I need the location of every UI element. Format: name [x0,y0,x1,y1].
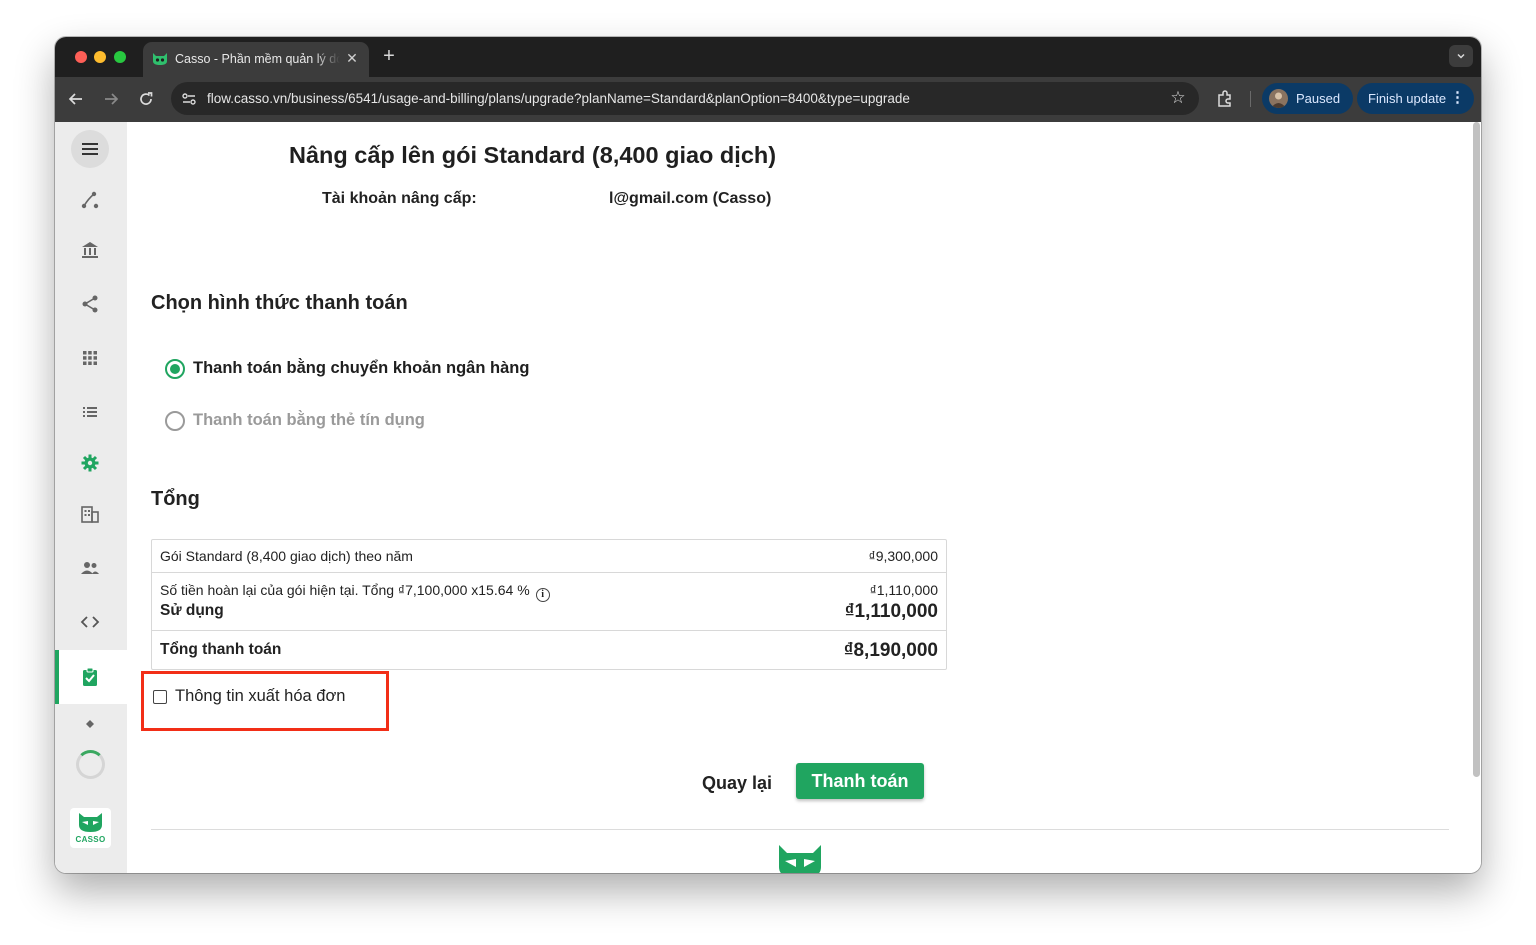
sidebar-item-users[interactable] [80,558,100,578]
profile-status-text: Paused [1296,91,1341,106]
refund-amount: ₫1,110,000 [869,582,938,598]
sidebar-item-billing[interactable] [55,650,127,704]
casso-mascot-icon [79,813,102,832]
grand-total-label: Tổng thanh toán [160,641,282,658]
radio-credit-card[interactable] [165,411,185,431]
table-row: Tổng thanh toán ₫8,190,000 [152,631,946,670]
radio-bank-transfer[interactable] [165,359,185,379]
main-content: Nâng cấp lên gói Standard (8,400 giao dị… [127,122,1472,873]
extensions-puzzle-icon[interactable] [1215,89,1235,109]
finish-update-button[interactable]: Finish update ⋮ [1357,83,1474,114]
casso-favicon-icon [153,53,167,65]
sidebar-item-apps[interactable] [80,348,100,368]
totals-table: Gói Standard (8,400 giao dịch) theo năm … [151,539,947,670]
refund-label-wrap: Số tiền hoàn lại của gói hiện tại. Tổng … [160,582,550,602]
plan-amount: ₫9,300,000 [868,548,938,564]
minimize-window-button[interactable] [94,51,106,63]
account-value: l@gmail.com (Casso) [609,190,772,207]
sidebar-item-developer[interactable] [80,612,100,632]
back-nav-button[interactable] [65,88,87,110]
used-label: Sử dụng [160,602,224,619]
reload-button[interactable] [135,88,157,110]
refund-label: Số tiền hoàn lại của gói hiện tại. Tổng … [160,582,530,598]
tab-search-button[interactable] [1449,45,1473,67]
arrow-right-icon [105,93,119,105]
casso-logo[interactable]: CASSO [70,808,111,848]
sidebar-item-bank[interactable] [80,240,100,260]
forward-nav-button[interactable] [100,88,122,110]
loading-spinner-icon [76,750,105,779]
toolbar-separator [1250,91,1251,107]
profile-avatar [1269,89,1288,108]
payment-method-heading: Chọn hình thức thanh toán [151,292,408,314]
reload-icon [140,92,153,105]
avatar-image-icon [1271,92,1286,108]
finish-update-label: Finish update [1368,91,1447,106]
table-row: Gói Standard (8,400 giao dịch) theo năm … [152,540,946,573]
maximize-window-button[interactable] [114,51,126,63]
browser-tab-active[interactable]: Casso - Phần mềm quản lý dòng tiền ✕ [143,42,369,77]
sidebar-item-flow[interactable] [80,190,100,210]
arrow-left-icon [68,93,82,105]
new-tab-button[interactable]: + [379,45,399,67]
sidebar-item-share[interactable] [80,294,100,314]
url-text: flow.casso.vn/business/6541/usage-and-bi… [207,91,910,106]
page-scrollbar[interactable] [1473,122,1480,777]
site-info-icon[interactable] [181,91,197,107]
account-label: Tài khoản nâng cấp: [322,190,477,207]
hamburger-menu-icon [82,143,98,155]
sidebar-menu-toggle[interactable] [71,130,109,168]
profile-paused-button[interactable]: Paused [1262,83,1353,114]
payment-option-label: Thanh toán bằng chuyển khoản ngân hàng [193,359,530,377]
casso-footer-mascot-icon [779,845,821,873]
sidebar-item-list[interactable] [80,402,100,422]
clipboard-check-icon [83,667,97,686]
grand-total-amount: ₫8,190,000 [843,640,938,661]
used-amount: ₫1,110,000 [844,601,938,622]
payment-option-label: Thanh toán bằng thẻ tín dụng [193,411,425,429]
invoice-checkbox[interactable] [153,690,167,704]
bookmark-star-icon[interactable]: ☆ [1169,89,1187,107]
sidebar-item-business[interactable] [80,504,100,524]
casso-logo-text: CASSO [75,835,106,844]
tab-strip: Casso - Phần mềm quản lý dòng tiền ✕ + [55,37,1481,77]
plan-label: Gói Standard (8,400 giao dịch) theo năm [160,548,413,564]
more-vertical-icon[interactable]: ⋮ [1450,89,1465,107]
table-row: Số tiền hoàn lại của gói hiện tại. Tổng … [152,573,946,631]
pay-button[interactable]: Thanh toán [796,763,924,799]
browser-toolbar: flow.casso.vn/business/6541/usage-and-bi… [55,77,1481,122]
address-bar[interactable]: flow.casso.vn/business/6541/usage-and-bi… [171,82,1199,115]
page-viewport: CASSO Nâng cấp lên gói Standard (8,400 g… [55,122,1481,873]
tab-close-icon[interactable]: ✕ [344,50,360,66]
chevron-down-icon [1457,53,1465,59]
footer-divider [151,829,1449,830]
sidebar-item-more[interactable] [80,718,100,728]
close-window-button[interactable] [75,51,87,63]
info-icon[interactable]: i [535,588,550,602]
browser-window: Casso - Phần mềm quản lý dòng tiền ✕ + f… [55,37,1481,873]
back-button[interactable]: Quay lại [697,769,777,797]
total-heading: Tổng [151,488,200,510]
page-title: Nâng cấp lên gói Standard (8,400 giao dị… [289,142,777,168]
invoice-checkbox-label[interactable]: Thông tin xuất hóa đơn [175,687,345,706]
sidebar-item-settings[interactable] [80,453,100,473]
tab-title: Casso - Phần mềm quản lý dòng tiền [175,52,340,66]
app-sidebar: CASSO [55,122,127,873]
